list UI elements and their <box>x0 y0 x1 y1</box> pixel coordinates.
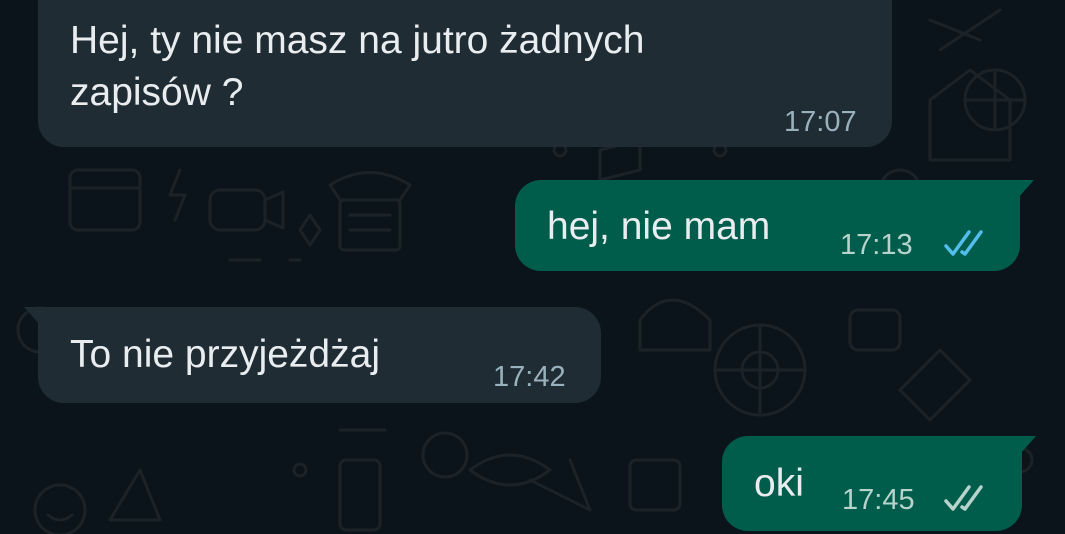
message-timestamp: 17:13 <box>840 229 913 261</box>
message-bubble-outgoing[interactable]: hej, nie mam 17:13 <box>515 180 1034 271</box>
bubble-tail <box>24 307 40 325</box>
bubble-tail <box>1018 180 1034 198</box>
message-timestamp: 17:42 <box>493 361 566 393</box>
message-timestamp: 17:45 <box>842 484 915 516</box>
message-text: To nie przyjeżdżaj <box>70 333 380 376</box>
message-text: oki <box>754 462 804 505</box>
message-bubble-incoming[interactable]: To nie przyjeżdżaj 17:42 <box>24 307 601 403</box>
message-text: hej, nie mam <box>547 205 771 248</box>
message-text: Hej, ty nie masz na jutro żadnych zapisó… <box>70 19 645 114</box>
message-bubble-outgoing[interactable]: oki 17:45 <box>722 436 1036 531</box>
message-timestamp: 17:07 <box>784 106 857 138</box>
message-bubble-incoming[interactable]: Hej, ty nie masz na jutro żadnych zapisó… <box>38 0 892 147</box>
bubble-tail <box>1020 436 1036 454</box>
double-check-delivered-icon <box>944 485 983 511</box>
double-check-read-icon <box>944 230 983 256</box>
